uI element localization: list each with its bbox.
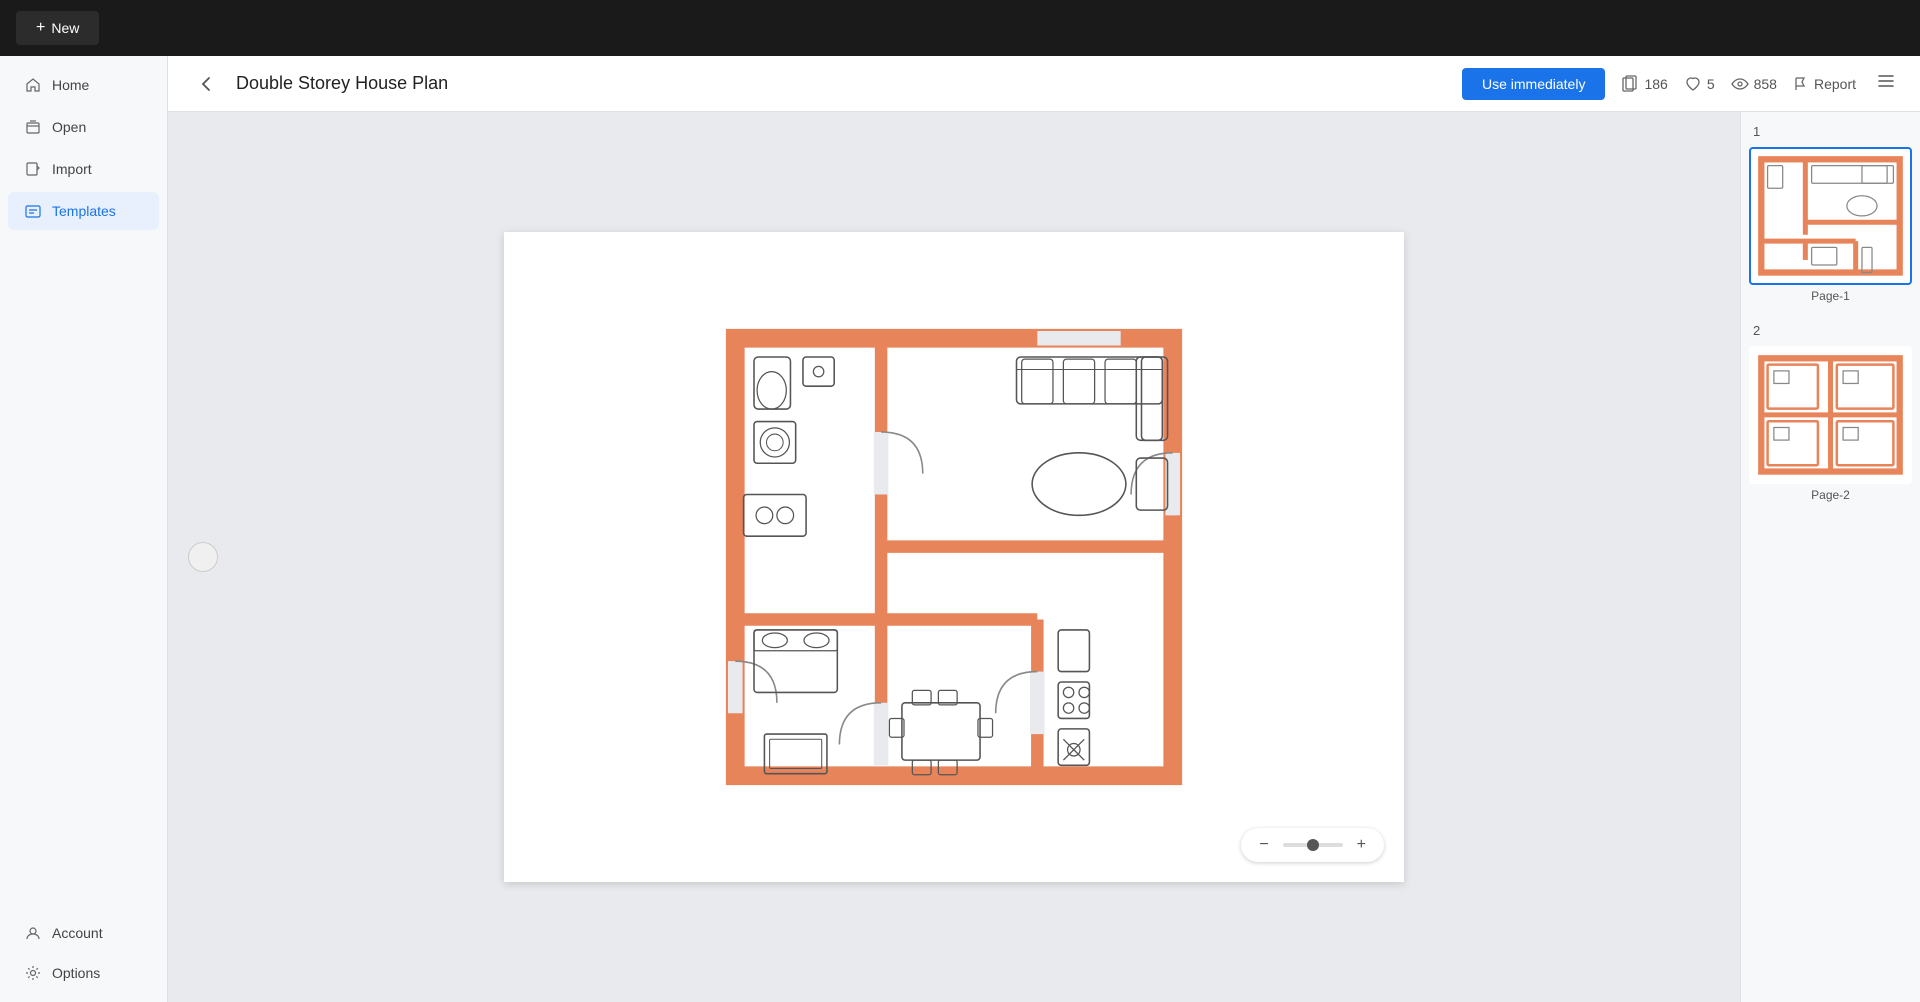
- drag-handle[interactable]: [188, 542, 218, 572]
- zoom-in-button[interactable]: +: [1351, 834, 1372, 856]
- likes-count: 5: [1707, 76, 1715, 92]
- use-immediately-button[interactable]: Use immediately: [1462, 68, 1605, 100]
- sidebar-label-options: Options: [52, 965, 100, 981]
- views-stat[interactable]: 858: [1731, 75, 1777, 93]
- import-icon: [24, 160, 42, 178]
- plus-icon: +: [36, 19, 45, 37]
- sidebar-item-import[interactable]: Import: [8, 150, 159, 188]
- zoom-thumb[interactable]: [1307, 839, 1319, 851]
- page-2-item[interactable]: Page-2: [1749, 346, 1912, 502]
- zoom-controls: − +: [1241, 828, 1384, 862]
- page-2-number: 2: [1749, 323, 1912, 338]
- canvas-paper: ↓ ↑ ↓: [504, 232, 1404, 882]
- sidebar-item-home[interactable]: Home: [8, 66, 159, 104]
- header-actions: Use immediately 186 5: [1462, 67, 1900, 100]
- open-icon: [24, 118, 42, 136]
- sidebar-item-templates[interactable]: Templates: [8, 192, 159, 230]
- new-label: New: [51, 20, 79, 36]
- sidebar-item-open[interactable]: Open: [8, 108, 159, 146]
- sidebar-item-account[interactable]: Account: [8, 914, 159, 952]
- page-1-label: Page-1: [1749, 289, 1912, 303]
- page-2-thumb[interactable]: [1749, 346, 1912, 484]
- report-button[interactable]: Report: [1793, 76, 1856, 92]
- back-button[interactable]: [188, 70, 224, 98]
- account-icon: [24, 924, 42, 942]
- sidebar-label-account: Account: [52, 925, 103, 941]
- page-title: Double Storey House Plan: [236, 73, 1450, 94]
- page-2-preview: [1755, 352, 1906, 478]
- zoom-out-button[interactable]: −: [1253, 834, 1274, 856]
- likes-stat[interactable]: 5: [1684, 75, 1715, 93]
- sidebar-label-templates: Templates: [52, 203, 116, 219]
- sidebar-label-import: Import: [52, 161, 92, 177]
- page-1-item[interactable]: Page-1: [1749, 147, 1912, 303]
- sidebar-item-options[interactable]: Options: [8, 954, 159, 992]
- flag-icon: [1793, 76, 1809, 92]
- pages-panel: 1: [1740, 112, 1920, 1002]
- floor-plan: ↓ ↑ ↓: [704, 307, 1204, 807]
- pages-icon: [1621, 75, 1639, 93]
- options-icon: [24, 964, 42, 982]
- sidebar-label-open: Open: [52, 119, 86, 135]
- page-2-label: Page-2: [1749, 488, 1912, 502]
- new-button[interactable]: + New: [16, 11, 99, 45]
- views-count: 858: [1754, 76, 1777, 92]
- page-1-number: 1: [1749, 124, 1912, 139]
- page-1-preview: [1755, 153, 1906, 279]
- content-header: Double Storey House Plan Use immediately…: [168, 56, 1920, 112]
- zoom-slider[interactable]: [1283, 843, 1343, 847]
- sidebar: Home Open Import: [0, 56, 168, 1002]
- heart-icon: [1684, 75, 1702, 93]
- pages-count: 186: [1644, 76, 1667, 92]
- hamburger-icon: [1876, 71, 1896, 91]
- sidebar-label-home: Home: [52, 77, 89, 93]
- eye-icon: [1731, 75, 1749, 93]
- canvas-container[interactable]: ↓ ↑ ↓: [168, 112, 1740, 1002]
- page-1-thumb[interactable]: [1749, 147, 1912, 285]
- home-icon: [24, 76, 42, 94]
- report-label: Report: [1814, 76, 1856, 92]
- pages-stat[interactable]: 186: [1621, 75, 1667, 93]
- templates-icon: [24, 202, 42, 220]
- menu-button[interactable]: [1872, 67, 1900, 100]
